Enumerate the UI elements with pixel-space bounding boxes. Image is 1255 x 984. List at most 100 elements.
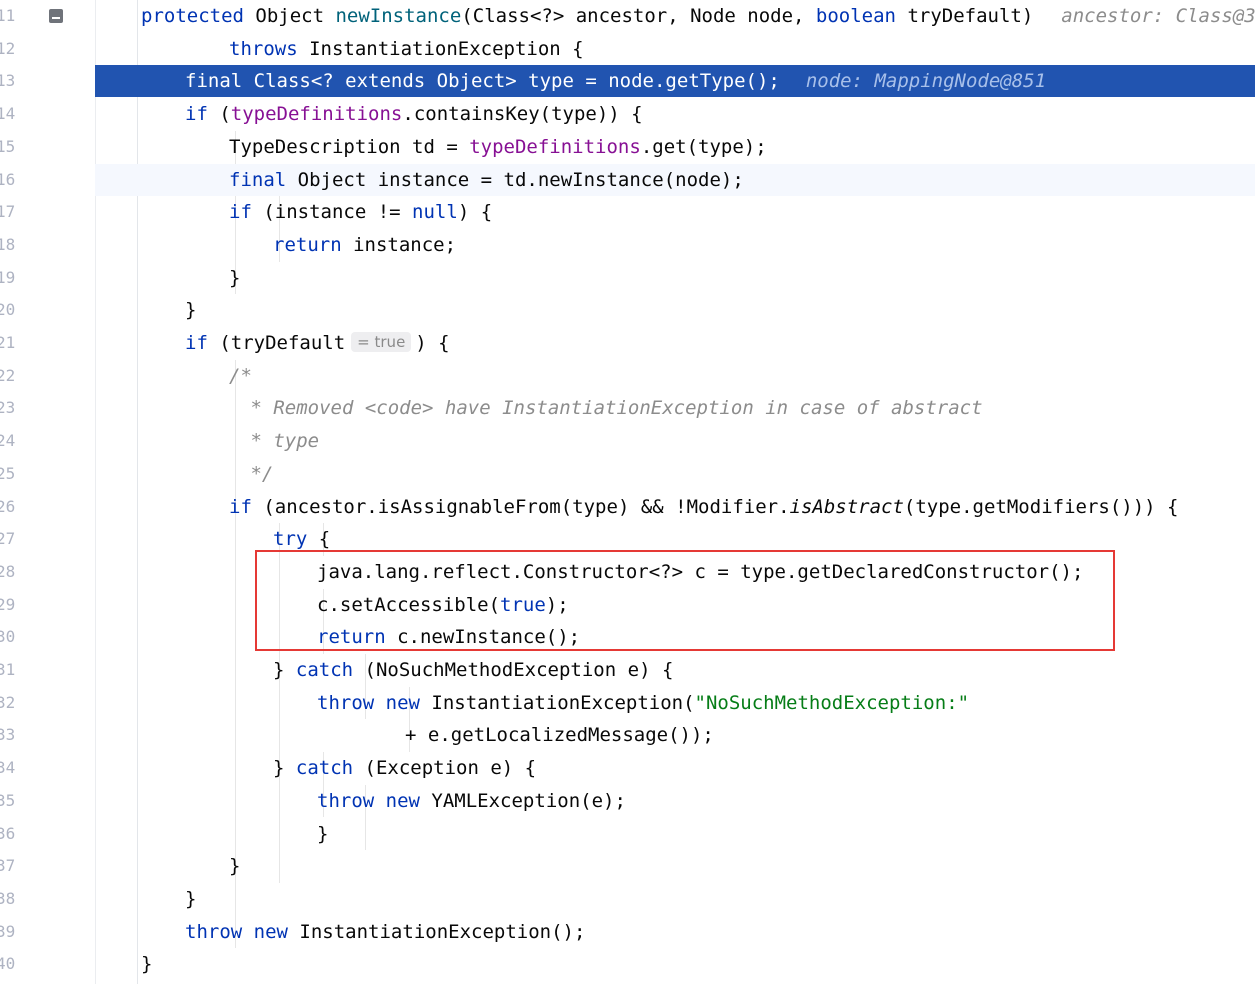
code-text: throw new InstantiationException("NoSuch… [317, 687, 969, 719]
line-number[interactable]: 22 [0, 360, 16, 392]
code-line[interactable]: } [95, 818, 1255, 850]
editor-gutter[interactable]: 11 12 13 14 15 16 17 18 19 20 21 22 23 24 25 26 27 28 29 30… [0, 0, 96, 984]
line-number[interactable]: 35 [0, 785, 16, 817]
code-text: * type [239, 425, 319, 457]
string-token: "NoSuchMethodException:" [694, 691, 970, 714]
code-token: InstantiationException { [297, 37, 584, 60]
code-text: if (tryDefault = true) { [185, 327, 450, 359]
code-token: InstantiationException( [419, 691, 695, 714]
line-number[interactable]: 38 [0, 883, 16, 915]
code-line[interactable]: } [95, 850, 1255, 882]
line-number[interactable]: 34 [0, 752, 16, 784]
code-token: isAbstract [789, 495, 904, 518]
line-number[interactable]: 28 [0, 556, 16, 588]
comment-token: * type [239, 430, 320, 453]
bookmark-icon[interactable] [49, 9, 63, 23]
code-line[interactable]: if (ancestor.isAssignableFrom(type) && !… [95, 491, 1255, 523]
line-number[interactable]: 29 [0, 589, 16, 621]
code-line[interactable]: + e.getLocalizedMessage()); [95, 719, 1255, 751]
line-number[interactable]: 15 [0, 131, 16, 163]
line-number[interactable]: 36 [0, 818, 16, 850]
code-text: } [229, 850, 240, 882]
code-line[interactable]: } [95, 262, 1255, 294]
code-token: } [273, 659, 296, 681]
code-text: return instance; [273, 229, 456, 261]
code-token: final Class<? extends Object> type = nod… [185, 70, 780, 93]
code-token: typeDefinitions [469, 135, 641, 158]
line-number[interactable]: 37 [0, 850, 16, 882]
keyword-token: if [185, 332, 208, 354]
code-token: (Exception e) { [353, 757, 537, 780]
highlight-annotation-box [255, 550, 1115, 651]
code-token: } [185, 887, 197, 910]
line-number[interactable]: 32 [0, 687, 16, 719]
line-number[interactable]: 23 [0, 392, 16, 424]
code-line[interactable]: throws InstantiationException { [95, 33, 1255, 65]
line-number[interactable]: 26 [0, 491, 16, 523]
line-number[interactable]: 19 [0, 262, 16, 294]
keyword-token: throw [317, 691, 375, 714]
code-line[interactable]: if (typeDefinitions.containsKey(type)) { [95, 98, 1255, 130]
line-number[interactable]: 31 [0, 654, 16, 686]
code-line[interactable]: protected Object newInstance(Class<?> an… [95, 0, 1255, 32]
line-number[interactable]: 21 [0, 327, 16, 359]
code-line[interactable]: } catch (Exception e) { [95, 752, 1255, 784]
line-number[interactable]: 17 [0, 196, 16, 228]
code-text: if (ancestor.isAssignableFrom(type) && !… [229, 491, 1178, 523]
line-number[interactable]: 13 [0, 65, 16, 97]
keyword-token: if [185, 103, 208, 126]
code-line[interactable]: } [95, 883, 1255, 915]
code-token: Object [243, 5, 336, 27]
keyword-token: new [385, 691, 420, 714]
code-line[interactable]: if (tryDefault = true) { [95, 327, 1255, 359]
code-token: } [185, 299, 197, 322]
line-number[interactable]: 25 [0, 458, 16, 490]
code-text: } [317, 818, 328, 850]
line-number[interactable]: 27 [0, 523, 16, 555]
code-line[interactable]: if (instance != null) { [95, 196, 1255, 228]
code-text: throws InstantiationException { [229, 33, 584, 65]
line-number[interactable]: 20 [0, 294, 16, 326]
code-line[interactable]: throw new InstantiationException(); [95, 916, 1255, 948]
line-number[interactable]: 18 [0, 229, 16, 261]
code-text: /* [229, 360, 252, 392]
code-line[interactable]: throw new InstantiationException("NoSuch… [95, 687, 1255, 719]
line-number[interactable]: 24 [0, 425, 16, 457]
code-token: instance; [341, 233, 457, 256]
comment-token: */ [239, 462, 274, 485]
keyword-token: try [273, 528, 308, 551]
keyword-token: null [412, 201, 458, 224]
line-number[interactable]: 14 [0, 98, 16, 130]
code-line[interactable]: } catch (NoSuchMethodException e) { [95, 654, 1255, 686]
execution-point-line[interactable]: final Class<? extends Object> type = nod… [95, 65, 1255, 98]
code-line[interactable]: } [95, 948, 1255, 980]
code-token: ) { [457, 201, 493, 224]
code-line[interactable]: TypeDescription td = typeDefinitions.get… [95, 131, 1255, 163]
code-text: if (typeDefinitions.containsKey(type)) { [185, 98, 643, 130]
line-number[interactable]: 30 [0, 621, 16, 653]
code-line[interactable]: return instance; [95, 229, 1255, 261]
code-token: ) { [415, 332, 450, 354]
code-text: } [185, 294, 196, 326]
code-line[interactable]: final Object instance = td.newInstance(n… [95, 163, 1255, 196]
code-line[interactable]: /* [95, 360, 1255, 392]
keyword-token: return [273, 233, 342, 256]
keyword-token: boolean [815, 5, 896, 27]
line-number[interactable]: 33 [0, 719, 16, 751]
keyword-token: throw [317, 789, 375, 812]
code-line[interactable]: * type [95, 425, 1255, 457]
line-number[interactable]: 39 [0, 916, 16, 948]
code-line[interactable]: * Removed <code> have InstantiationExcep… [95, 392, 1255, 424]
code-line[interactable]: throw new YAMLException(e); [95, 785, 1255, 817]
code-line[interactable]: */ [95, 458, 1255, 490]
inline-value-hint: = true [351, 332, 412, 352]
code-line[interactable]: } [95, 294, 1255, 326]
code-token: (type.getModifiers())) { [903, 495, 1179, 518]
line-number[interactable]: 11 [0, 0, 16, 32]
line-number[interactable]: 16 [0, 164, 16, 196]
line-number[interactable]: 12 [0, 33, 16, 65]
line-number[interactable]: 40 [0, 948, 16, 980]
code-text: */ [239, 458, 273, 490]
code-text: throw new InstantiationException(); [185, 916, 585, 948]
